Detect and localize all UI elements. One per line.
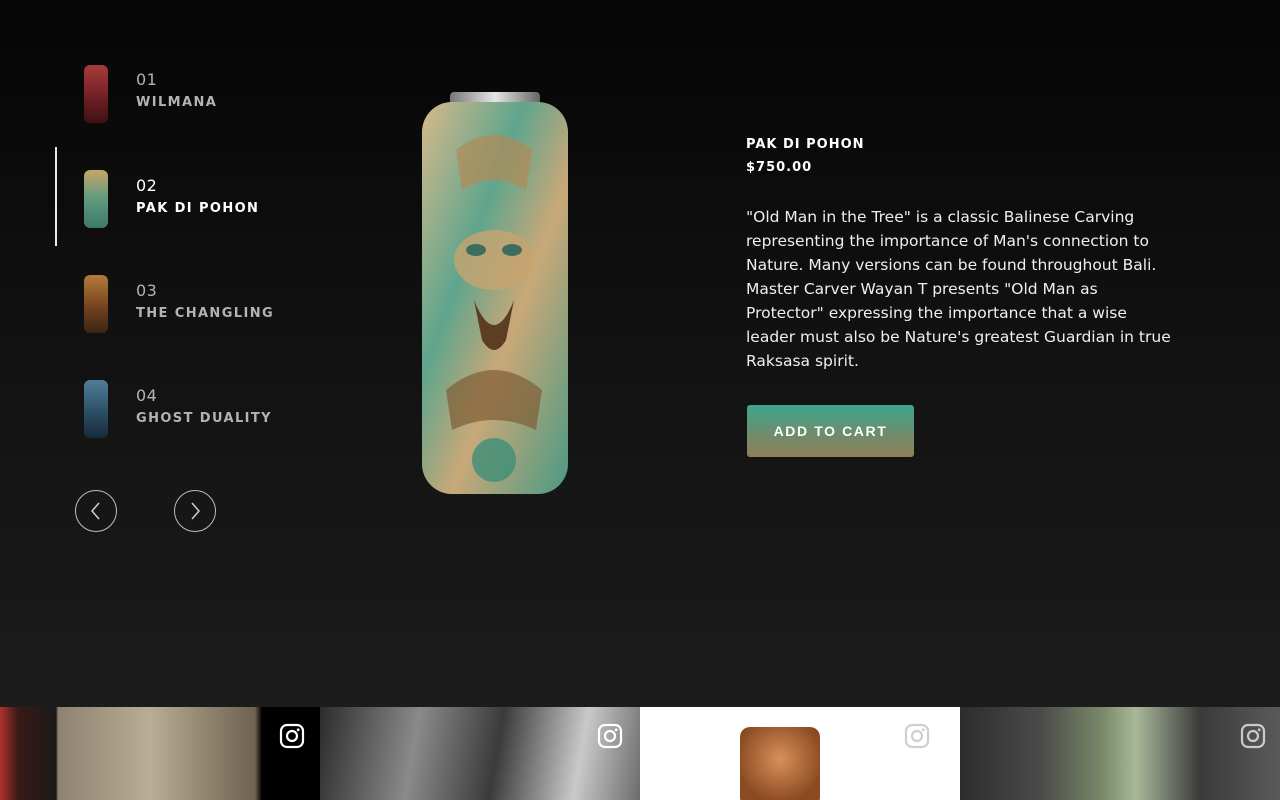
product-item-pak-di-pohon[interactable]: 02 PAK DI POHON (0, 165, 300, 265)
product-title: PAK DI POHON (746, 137, 865, 152)
product-name: PAK DI POHON (136, 201, 260, 216)
instagram-tile[interactable] (640, 707, 960, 800)
prev-button[interactable] (75, 490, 117, 532)
product-list: 01 WILMANA 02 PAK DI POHON 03 THE CHANGL… (0, 0, 330, 700)
instagram-icon (597, 723, 623, 749)
product-item-ghost-duality[interactable]: 04 GHOST DUALITY (0, 375, 300, 475)
instagram-tile[interactable] (320, 707, 640, 800)
product-thumb-the-changling (84, 275, 108, 333)
tile-product-image (740, 727, 820, 800)
instagram-feed (0, 707, 1280, 800)
product-thumb-wilmana (84, 65, 108, 123)
instagram-tile[interactable] (0, 707, 320, 800)
product-item-wilmana[interactable]: 01 WILMANA (0, 60, 300, 160)
product-number: 03 (136, 281, 158, 300)
product-details: PAK DI POHON $750.00 "Old Man in the Tre… (746, 137, 1176, 373)
instagram-icon (904, 723, 930, 749)
product-name: WILMANA (136, 95, 218, 110)
product-name: THE CHANGLING (136, 306, 275, 321)
instagram-tile[interactable] (960, 707, 1280, 800)
product-number: 01 (136, 70, 158, 89)
instagram-icon (279, 723, 305, 749)
product-thumb-pak-di-pohon (84, 170, 108, 228)
product-description: "Old Man in the Tree" is a classic Balin… (746, 208, 1171, 370)
product-image (416, 90, 572, 500)
product-name: GHOST DUALITY (136, 411, 272, 426)
product-thumb-ghost-duality (84, 380, 108, 438)
next-button[interactable] (174, 490, 216, 532)
add-to-cart-button[interactable]: ADD TO CART (747, 405, 914, 457)
product-number: 02 (136, 176, 158, 195)
chevron-left-icon (91, 502, 100, 520)
product-number: 04 (136, 386, 158, 405)
product-price: $750.00 (746, 160, 813, 175)
product-item-the-changling[interactable]: 03 THE CHANGLING (0, 270, 300, 370)
instagram-icon (1240, 723, 1266, 749)
chevron-right-icon (191, 502, 200, 520)
